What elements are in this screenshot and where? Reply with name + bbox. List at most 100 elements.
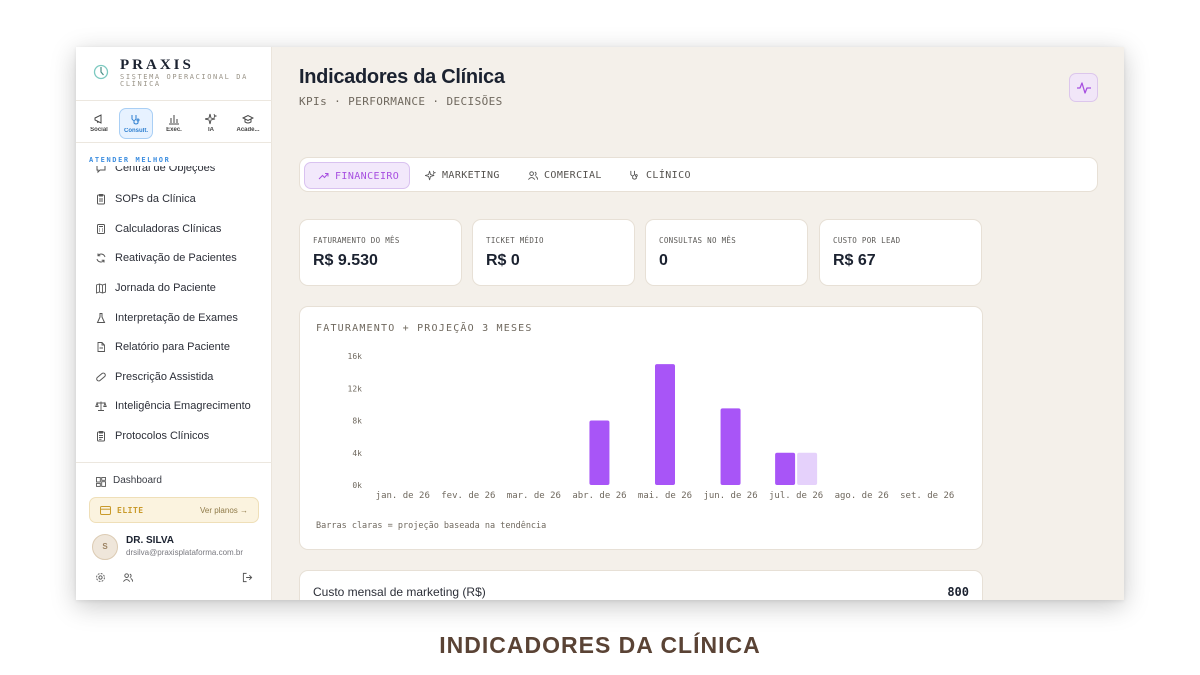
kpi-label: CONSULTAS NO MÊS xyxy=(659,236,737,245)
caption: INDICADORES DA CLÍNICA xyxy=(439,632,761,658)
y-tick-label: 12k xyxy=(348,384,363,393)
logo-icon xyxy=(93,64,109,80)
brand-header: PRAXIS SISTEMA OPERACIONAL DA CLÍNICA xyxy=(76,47,272,101)
kpi-value: R$ 0 xyxy=(486,252,520,269)
kpi-label: TICKET MÉDIO xyxy=(486,236,544,245)
sidebar-item-protocols[interactable]: Protocolos Clínicos xyxy=(76,425,272,449)
sidebar-item-label: Inteligência Emagrecimento xyxy=(115,400,251,412)
flask-icon xyxy=(96,313,106,323)
page-title: Indicadores da Clínica xyxy=(299,66,505,88)
sidebar-item-exams[interactable]: Interpretação de Exames xyxy=(76,307,272,331)
user-profile[interactable]: S DR. SILVA drsilva@praxisplataforma.com… xyxy=(92,533,262,561)
x-tick-label: jan. de 26 xyxy=(376,491,430,501)
sidebar-item-objections[interactable]: Central de Objeções xyxy=(76,166,272,181)
tab-clinico[interactable]: CLÍNICO xyxy=(616,162,706,189)
sidebar-item-label: Relatório para Paciente xyxy=(115,341,230,353)
x-tick-label: jun. de 26 xyxy=(703,491,757,501)
kpi-card-consultations: CONSULTAS NO MÊS 0 xyxy=(645,219,808,286)
gear-icon[interactable] xyxy=(95,572,106,583)
mode-label: IA xyxy=(208,127,214,133)
x-tick-label: jul. de 26 xyxy=(769,491,823,501)
sidebar-item-label: Prescrição Assistida xyxy=(115,371,214,383)
mode-label: Acade... xyxy=(236,127,260,133)
sidebar-item-journey[interactable]: Jornada do Paciente xyxy=(76,277,272,301)
tab-label: CLÍNICO xyxy=(646,170,691,181)
revenue-bar xyxy=(589,420,610,485)
plan-badge[interactable]: ELITE Ver planos → xyxy=(89,497,259,523)
users-icon[interactable] xyxy=(122,572,134,583)
x-tick-label: fev. de 26 xyxy=(441,491,495,501)
brand-name: PRAXIS xyxy=(120,57,194,73)
page-subtitle: KPIs · PERFORMANCE · DECISÕES xyxy=(299,95,503,108)
chat-icon xyxy=(96,166,106,174)
user-email: drsilva@praxisplataforma.com.br xyxy=(126,548,244,557)
app-window: PRAXIS SISTEMA OPERACIONAL DA CLÍNICA So… xyxy=(76,47,1124,600)
sidebar-item-calculators[interactable]: Calculadoras Clínicas xyxy=(76,218,272,242)
y-tick-label: 16k xyxy=(348,352,363,361)
tab-financeiro[interactable]: FINANCEIRO xyxy=(304,162,410,189)
tab-comercial[interactable]: COMERCIAL xyxy=(514,162,614,189)
pill-icon xyxy=(96,372,106,382)
clipboard-icon xyxy=(97,194,105,205)
y-tick-label: 0k xyxy=(352,481,362,490)
megaphone-icon xyxy=(94,114,102,124)
revenue-bar xyxy=(775,452,796,485)
sidebar-item-label: Jornada do Paciente xyxy=(115,282,216,294)
mode-academy[interactable]: Acade... xyxy=(231,108,265,139)
mode-exec[interactable]: Exec. xyxy=(157,108,191,139)
sidebar-item-report[interactable]: Relatório para Paciente xyxy=(76,336,272,360)
kpi-card-cost-per-lead: CUSTO POR LEAD R$ 67 xyxy=(819,219,982,286)
user-name: DR. SILVA xyxy=(126,535,174,546)
sidebar-item-weightloss[interactable]: Inteligência Emagrecimento xyxy=(76,395,272,419)
sparkles-icon xyxy=(205,113,217,125)
sidebar-item-prescription[interactable]: Prescrição Assistida xyxy=(76,366,272,390)
kpi-value: 0 xyxy=(659,252,668,269)
tab-label: FINANCEIRO xyxy=(335,171,400,182)
mode-social[interactable]: Social xyxy=(82,108,116,139)
projection-bar xyxy=(797,452,818,485)
revenue-bar xyxy=(720,408,741,485)
kpi-value: R$ 67 xyxy=(833,252,876,269)
calculator-icon xyxy=(97,224,105,234)
kpi-label: FATURAMENTO DO MÊS xyxy=(313,236,400,245)
see-plans-link[interactable]: Ver planos → xyxy=(200,506,248,515)
logout-icon[interactable] xyxy=(242,572,253,583)
x-tick-label: mai. de 26 xyxy=(638,491,692,501)
mode-consult[interactable]: Consult. xyxy=(119,108,153,139)
tab-label: COMERCIAL xyxy=(544,170,602,181)
sparkles-icon xyxy=(425,170,436,181)
map-icon xyxy=(96,283,106,294)
stethoscope-icon xyxy=(630,170,638,180)
sidebar-item-sops[interactable]: SOPs da Clínica xyxy=(76,188,272,212)
sidebar-item-label: Protocolos Clínicos xyxy=(115,430,210,442)
sidebar-item-label: Reativação de Pacientes xyxy=(115,252,237,264)
sidebar: PRAXIS SISTEMA OPERACIONAL DA CLÍNICA So… xyxy=(76,47,272,600)
revenue-bar xyxy=(655,364,675,485)
activity-button[interactable] xyxy=(1069,73,1098,102)
tab-label: MARKETING xyxy=(442,170,500,181)
tab-marketing[interactable]: MARKETING xyxy=(412,162,512,189)
file-icon xyxy=(97,342,105,352)
sidebar-divider xyxy=(76,462,272,463)
section-label: ATENDER MELHOR xyxy=(89,156,171,164)
plan-name: ELITE xyxy=(117,506,144,515)
scale-icon xyxy=(95,401,107,411)
chart-note: Barras claras = projeção baseada na tend… xyxy=(316,521,547,531)
mode-ia[interactable]: IA xyxy=(194,108,228,139)
sidebar-item-reactivation[interactable]: Reativação de Pacientes xyxy=(76,247,272,271)
marketing-cost-value[interactable]: 800 xyxy=(947,585,969,599)
y-tick-label: 4k xyxy=(352,449,362,458)
x-tick-label: abr. de 26 xyxy=(572,491,626,501)
kpi-card-revenue: FATURAMENTO DO MÊS R$ 9.530 xyxy=(299,219,462,286)
dashboard-label: Dashboard xyxy=(113,475,162,486)
clipboard-list-icon xyxy=(97,431,105,442)
mode-switcher: Social Consult. Exec. IA Acade... xyxy=(76,102,272,143)
trend-up-icon xyxy=(318,173,329,180)
brand-subtitle: SISTEMA OPERACIONAL DA CLÍNICA xyxy=(120,73,248,88)
category-tabs: FINANCEIRO MARKETING COMERCIAL CLÍNICO xyxy=(299,157,1098,192)
sidebar-item-label: Calculadoras Clínicas xyxy=(115,223,222,235)
revenue-chart-card: FATURAMENTO + PROJEÇÃO 3 MESES 0k 4k 8k 12k… xyxy=(299,306,983,550)
kpi-label: CUSTO POR LEAD xyxy=(833,236,901,245)
sidebar-item-label: SOPs da Clínica xyxy=(115,193,196,205)
marketing-cost-field[interactable]: Custo mensal de marketing (R$) 800 xyxy=(299,570,983,600)
